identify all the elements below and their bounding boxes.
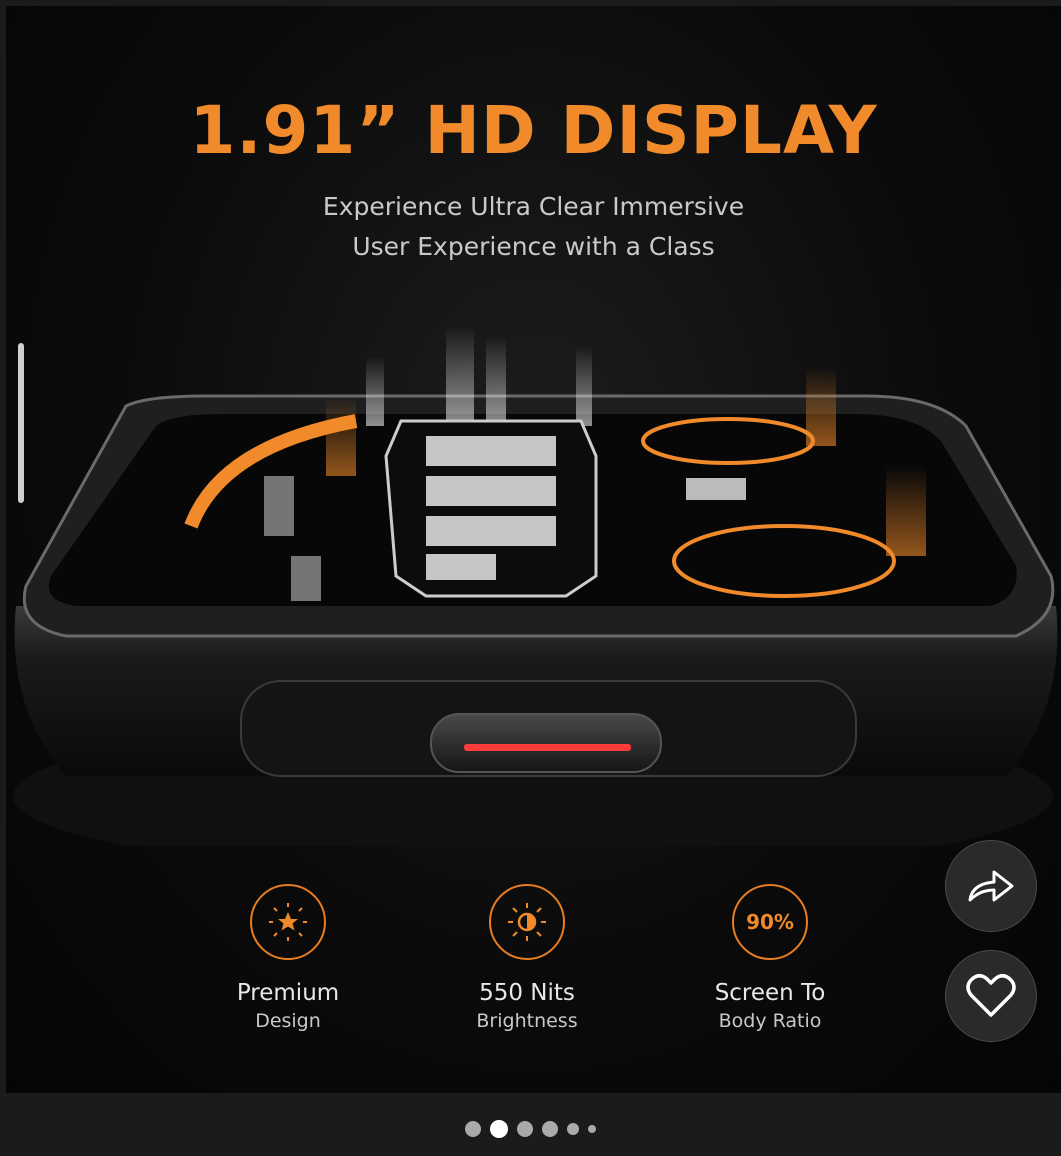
carousel-indicator bbox=[0, 1120, 1061, 1138]
feature-title: Premium bbox=[236, 980, 340, 1006]
feature-subtitle: Brightness bbox=[476, 1010, 578, 1032]
carousel-dot[interactable] bbox=[588, 1125, 596, 1133]
carousel-dot[interactable] bbox=[542, 1121, 558, 1137]
heart-outline-icon bbox=[966, 974, 1016, 1017]
feature-title: 550 Nits bbox=[479, 980, 575, 1006]
star-sun-icon bbox=[250, 884, 326, 960]
carousel-dot[interactable] bbox=[567, 1123, 579, 1135]
display-headline: 1.91” HD DISPLAY bbox=[189, 92, 878, 169]
feature-title: Screen To bbox=[714, 980, 826, 1006]
subheadline-line-2: User Experience with a Class bbox=[352, 232, 715, 261]
product-image-slide[interactable]: 1.91” HD DISPLAY Experience Ultra Clear … bbox=[6, 6, 1061, 1093]
feature-subtitle: Design bbox=[255, 1010, 321, 1032]
subheadline-line-1: Experience Ultra Clear Immersive bbox=[322, 192, 745, 221]
share-button[interactable] bbox=[945, 840, 1037, 932]
smartwatch-illustration bbox=[13, 326, 1058, 846]
carousel-dot-active[interactable] bbox=[490, 1120, 508, 1138]
vertical-scrollbar[interactable] bbox=[18, 343, 24, 503]
percentage-badge-icon: 90% bbox=[732, 884, 808, 960]
feature-screen-ratio: 90% Screen To Body Ratio bbox=[670, 884, 870, 1032]
wishlist-button[interactable] bbox=[945, 950, 1037, 1042]
feature-brightness: 550 Nits Brightness bbox=[427, 884, 627, 1032]
carousel-dot[interactable] bbox=[465, 1121, 481, 1137]
share-arrow-icon bbox=[968, 870, 1014, 902]
carousel-dot[interactable] bbox=[517, 1121, 533, 1137]
feature-premium-design: Premium Design bbox=[188, 884, 388, 1032]
feature-subtitle: Body Ratio bbox=[718, 1010, 822, 1032]
ratio-badge-value: 90% bbox=[746, 910, 794, 934]
brightness-icon bbox=[489, 884, 565, 960]
